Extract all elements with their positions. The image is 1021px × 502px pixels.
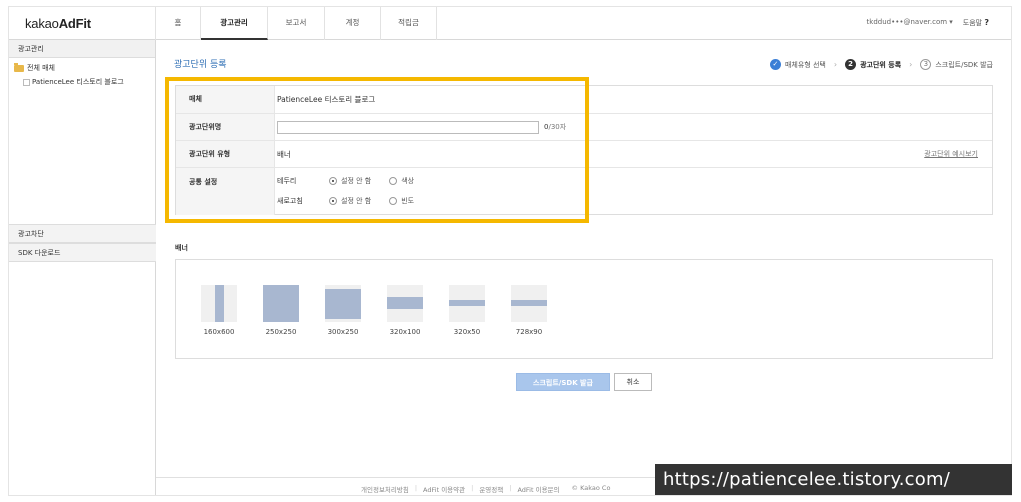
help-icon: ? [984,18,989,27]
nav-tab-reports[interactable]: 보고서 [268,7,325,40]
border-color-radio[interactable]: 색상 [389,176,414,186]
chevron-right-icon: › [833,60,838,69]
banner-size-panel: 160x600 250x250 300x250 320x100 320x50 7… [175,259,993,359]
main-nav: 홈 광고관리 보고서 계정 적립금 [155,7,437,40]
footer-link-terms[interactable]: AdFit 이용약관 [423,484,465,494]
help-link[interactable]: 도움말 ? [963,18,989,28]
media-value: PatienceLee 티스토리 블로그 [277,95,376,104]
step-media-type: ✓ 매체유형 선택 [769,59,826,70]
media-tree: 전체 매체 PatienceLee 티스토리 블로그 [9,58,155,89]
step-script-issue: 3 스크립트/SDK 발급 [920,59,993,70]
nav-tab-ad-management[interactable]: 광고관리 [201,7,268,40]
type-label: 광고단위 유형 [176,141,275,167]
ad-unit-form: 매체 PatienceLee 티스토리 블로그 광고단위명 0/30자 광고단위… [175,85,993,215]
tree-item-all-media[interactable]: 전체 매체 [14,61,155,75]
footer-link-inquiry[interactable]: AdFit 이용문의 [517,484,559,494]
user-area: tkddud•••@naver.com ▾ 도움말 ? [867,18,989,28]
type-value: 배너 [277,150,291,159]
form-actions: 스크립트/SDK 발급 취소 [516,373,652,391]
step-indicator: ✓ 매체유형 선택 › 2 광고단위 등록 › 3 스크립트/SDK 발급 [769,59,993,70]
user-email-dropdown[interactable]: tkddud•••@naver.com ▾ [867,18,953,28]
footer-links: 개인정보처리방침 | AdFit 이용약관 | 운영정책 | AdFit 이용문의 ©… [361,484,611,494]
footer-link-privacy[interactable]: 개인정보처리방침 [361,484,409,494]
step-ad-unit: 2 광고단위 등록 [845,59,901,70]
banner-thumbnail [201,285,237,322]
kakao-adfit-logo[interactable]: kakaoAdFit [25,16,91,31]
top-header: kakaoAdFit 홈 광고관리 보고서 계정 적립금 tkddud•••@n… [9,7,1011,40]
step-number-icon: 3 [920,59,932,70]
form-row-media: 매체 PatienceLee 티스토리 블로그 [176,86,992,114]
refresh-frequency-radio[interactable]: 빈도 [389,196,414,206]
banner-size-320x50[interactable]: 320x50 [449,285,485,336]
radio-checked-icon [329,197,337,205]
banner-thumbnail [511,285,547,322]
nav-tab-home[interactable]: 홈 [156,7,201,40]
form-row-type: 광고단위 유형 배너 광고단위 예시보기 [176,141,992,168]
preview-example-link[interactable]: 광고단위 예시보기 [924,141,978,168]
folder-open-icon [14,62,24,72]
char-counter: 0/30자 [544,123,567,131]
banner-size-160x600[interactable]: 160x600 [201,285,237,336]
common-label: 공통 설정 [176,168,275,215]
banner-thumbnail [263,285,299,322]
page-title: 광고단위 등록 [174,60,227,70]
footer-link-policy[interactable]: 운영정책 [479,484,503,494]
document-icon [23,78,30,86]
banner-section-title: 배너 [175,244,188,252]
banner-thumbnail [449,285,485,322]
form-row-common: 공통 설정 테두리 설정 안 함 색상 새로고침 설정 안 함 빈도 [176,168,992,215]
name-label: 광고단위명 [176,114,275,140]
cancel-button[interactable]: 취소 [614,373,652,391]
main-content: 광고단위 등록 ✓ 매체유형 선택 › 2 광고단위 등록 › 3 스크립트/S… [156,40,1011,495]
banner-size-300x250[interactable]: 300x250 [325,285,361,336]
radio-unchecked-icon [389,197,398,205]
issue-script-button[interactable]: 스크립트/SDK 발급 [516,373,610,391]
tree-item-blog[interactable]: PatienceLee 티스토리 블로그 [14,75,155,89]
form-row-name: 광고단위명 0/30자 [176,114,992,141]
sidebar-item-sdk-download[interactable]: SDK 다운로드 [9,243,156,262]
nav-tab-reserve[interactable]: 적립금 [381,7,437,40]
banner-size-728x90[interactable]: 728x90 [511,285,547,336]
step-number-icon: 2 [845,59,857,70]
chevron-right-icon: › [909,60,913,69]
refresh-none-radio[interactable]: 설정 안 함 [329,196,371,206]
radio-unchecked-icon [389,177,398,185]
banner-size-320x100[interactable]: 320x100 [387,285,423,336]
sidebar-header: 광고관리 [9,40,155,58]
banner-thumbnail [325,285,361,322]
banner-size-list: 160x600 250x250 300x250 320x100 320x50 7… [201,285,547,336]
check-circle-icon: ✓ [769,59,781,70]
refresh-setting: 새로고침 설정 안 함 빈도 [277,196,415,206]
border-setting: 테두리 설정 안 함 색상 [277,176,415,186]
app-window: kakaoAdFit 홈 광고관리 보고서 계정 적립금 tkddud•••@n… [8,6,1012,496]
border-none-radio[interactable]: 설정 안 함 [329,176,371,186]
blog-url-watermark: https://patiencelee.tistory.com/ [655,464,1012,495]
radio-checked-icon [329,177,337,185]
banner-size-250x250[interactable]: 250x250 [263,285,299,336]
sidebar-item-ad-block[interactable]: 광고차단 [9,224,156,243]
media-label: 매체 [176,86,275,113]
sidebar: 광고관리 전체 매체 PatienceLee 티스토리 블로그 광고차단 SDK… [9,40,156,495]
banner-thumbnail [387,285,423,322]
ad-unit-name-input[interactable] [277,121,539,134]
footer-copyright: © Kakao Co [571,484,611,492]
nav-tab-account[interactable]: 계정 [325,7,381,40]
